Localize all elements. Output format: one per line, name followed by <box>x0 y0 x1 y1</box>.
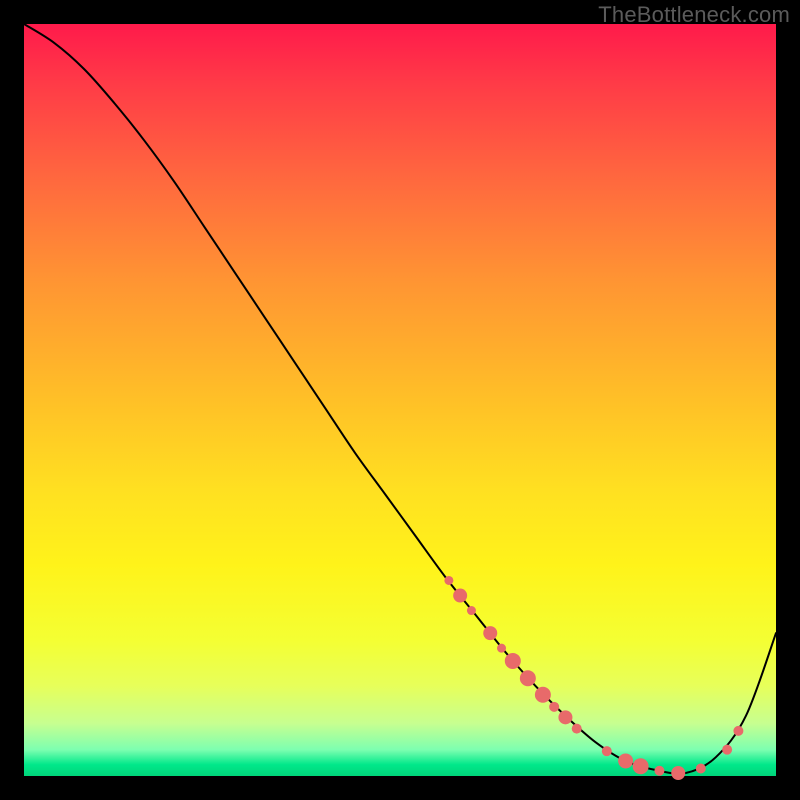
data-marker <box>618 753 633 768</box>
data-marker <box>549 702 559 712</box>
data-markers <box>444 576 743 780</box>
data-marker <box>633 758 649 774</box>
data-marker <box>696 763 706 773</box>
data-marker <box>497 644 506 653</box>
data-marker <box>483 626 497 640</box>
data-marker <box>467 606 476 615</box>
data-marker <box>558 710 572 724</box>
data-marker <box>453 589 467 603</box>
bottleneck-curve <box>24 24 776 774</box>
data-marker <box>444 576 453 585</box>
data-marker <box>572 724 582 734</box>
data-marker <box>722 745 732 755</box>
data-marker <box>520 670 536 686</box>
data-marker <box>505 653 521 669</box>
data-marker <box>654 766 664 776</box>
data-marker <box>602 746 612 756</box>
data-marker <box>671 766 685 780</box>
chart-svg <box>24 24 776 776</box>
data-marker <box>535 687 551 703</box>
data-marker <box>733 726 743 736</box>
